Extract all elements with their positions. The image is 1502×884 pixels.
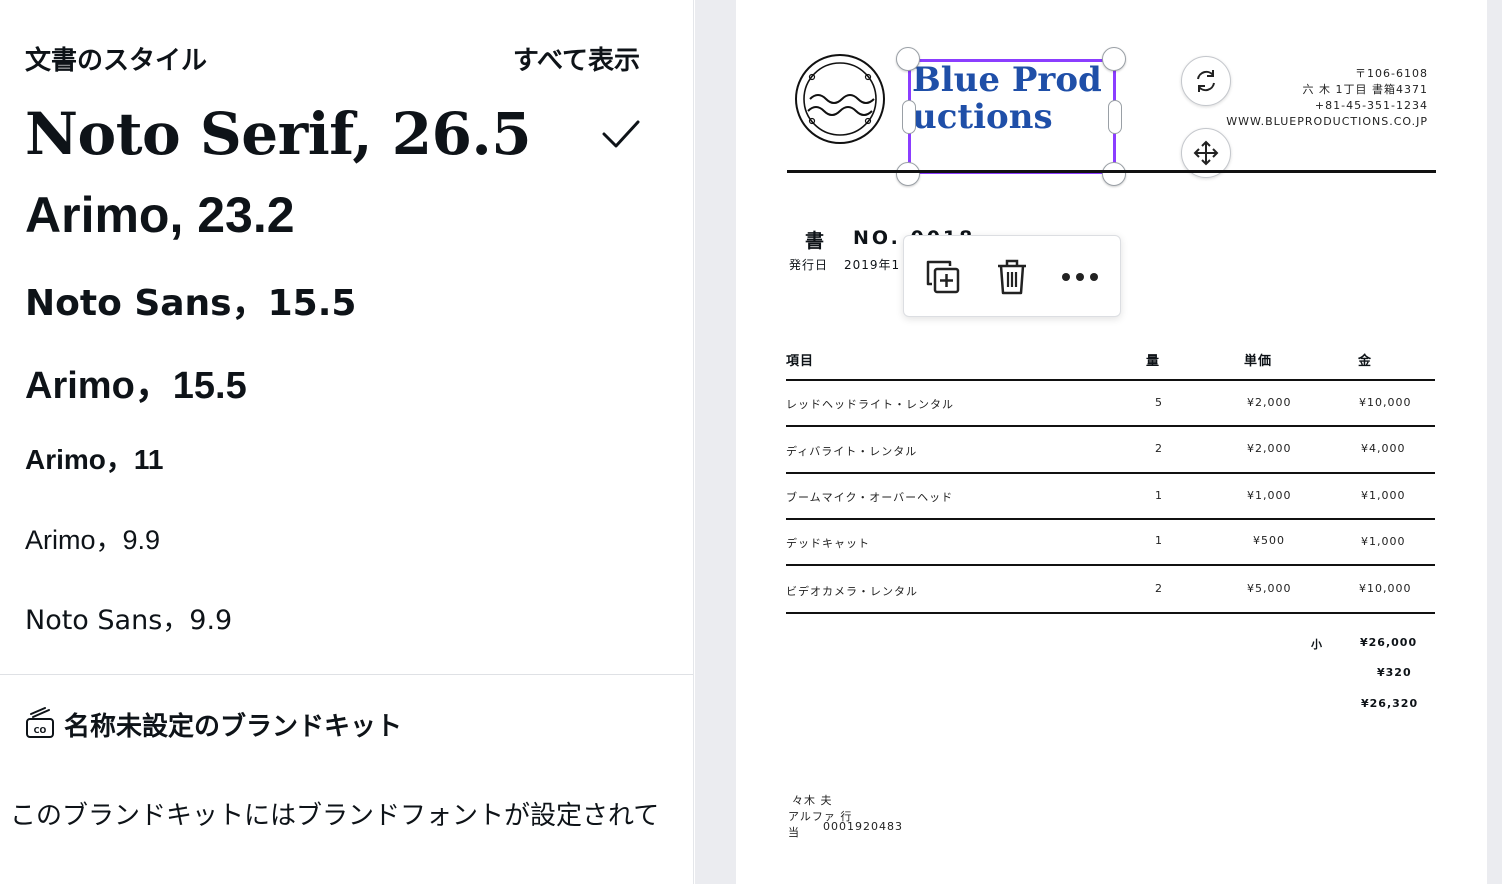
trash-icon	[998, 259, 1026, 295]
element-context-toolbar	[903, 235, 1121, 317]
unit-price-cell: ¥2,000	[1247, 396, 1292, 409]
brand-kit-title: 名称未設定のブランドキット	[64, 712, 403, 742]
column-header-amount[interactable]: 金	[1358, 350, 1372, 369]
amount-cell: ¥1,000	[1361, 489, 1406, 502]
style-option-noto-sans-9-9[interactable]: Noto Sans，9.9	[25, 598, 232, 637]
address-line: 〒106-6108	[1355, 67, 1428, 80]
qty-cell: 2	[1155, 442, 1163, 455]
unit-price-cell: ¥500	[1253, 534, 1285, 547]
qty-cell: 1	[1155, 489, 1163, 502]
column-header-item[interactable]: 項目	[786, 350, 814, 369]
address-line: 六 木 1丁目 書箱4371	[1302, 83, 1428, 96]
style-option-arimo-15-5[interactable]: Arimo，15.5	[25, 354, 247, 409]
more-options-button[interactable]	[1058, 255, 1102, 299]
amount-cell: ¥4,000	[1361, 442, 1406, 455]
total-value[interactable]: ¥26,320	[1361, 697, 1418, 710]
qty-cell: 5	[1155, 396, 1163, 409]
address-line: +81-45-351-1234	[1314, 99, 1428, 112]
invoice-title[interactable]: 書	[805, 226, 827, 253]
editor-canvas: Blue Productions 〒106-6108 六 木 1丁目 書箱437…	[695, 0, 1502, 884]
item-cell: ブームマイク・オーバーヘッド	[786, 491, 954, 504]
amount-cell: ¥10,000	[1359, 396, 1412, 409]
address-line: WWW.BLUEPRODUCTIONS.CO.JP	[1226, 115, 1428, 128]
table-rule	[786, 379, 1435, 381]
table-rule	[786, 472, 1435, 474]
column-header-unit-price[interactable]: 単価	[1244, 350, 1272, 369]
resize-handle-right[interactable]	[1108, 100, 1122, 134]
unit-price-cell: ¥5,000	[1247, 582, 1292, 595]
duplicate-button[interactable]	[921, 255, 965, 299]
move-icon	[1193, 140, 1219, 166]
style-option-arimo-23-2[interactable]: Arimo, 23.2	[25, 186, 295, 244]
rotate-icon	[1197, 70, 1215, 92]
issue-date-label[interactable]: 発行日	[789, 256, 828, 273]
delete-button[interactable]	[990, 255, 1034, 299]
resize-handle-bottom-right[interactable]	[1102, 162, 1126, 186]
resize-handle-bottom-left[interactable]	[896, 162, 920, 186]
payment-account-type[interactable]: 当	[788, 824, 800, 840]
subtotal-label[interactable]: 小	[1311, 636, 1323, 652]
check-icon	[602, 120, 640, 148]
item-cell: ディバライト・レンタル	[786, 445, 918, 458]
tax-value[interactable]: ¥320	[1377, 666, 1412, 679]
brand-kit-description: このブランドキットにはブランドフォントが設定されていません	[10, 801, 662, 831]
qty-cell: 1	[1155, 534, 1163, 547]
invoice-page[interactable]: Blue Productions 〒106-6108 六 木 1丁目 書箱437…	[736, 0, 1487, 884]
amount-cell: ¥1,000	[1361, 535, 1406, 548]
section-title: 文書のスタイル	[25, 46, 208, 76]
style-option-arimo-11[interactable]: Arimo，11	[25, 438, 164, 478]
item-cell: レッドヘッドライト・レンタル	[786, 398, 954, 411]
item-cell: デッドキャット	[786, 537, 870, 550]
more-icon	[1062, 273, 1098, 281]
resize-handle-top-right[interactable]	[1102, 47, 1126, 71]
selection-box	[908, 59, 1116, 174]
resize-handle-top-left[interactable]	[896, 47, 920, 71]
brand-kit-icon: CO	[26, 707, 54, 738]
resize-handle-left[interactable]	[902, 100, 916, 134]
rotate-button[interactable]	[1181, 56, 1231, 106]
subtotal-value[interactable]: ¥26,000	[1360, 636, 1417, 649]
see-all-link[interactable]: すべて表示	[513, 40, 640, 77]
unit-price-cell: ¥1,000	[1247, 489, 1292, 502]
qty-cell: 2	[1155, 582, 1163, 595]
item-cell: ビデオカメラ・レンタル	[786, 585, 918, 598]
table-rule	[786, 612, 1435, 614]
issue-date[interactable]: 2019年1	[844, 256, 900, 273]
text-styles-panel: 文書のスタイル すべて表示 Noto Serif, 26.5 Arimo, 23…	[0, 0, 694, 884]
table-rule	[786, 518, 1435, 520]
payment-name[interactable]: 々木 夫	[792, 792, 833, 808]
table-rule	[786, 564, 1435, 566]
table-rule	[786, 425, 1435, 427]
amount-cell: ¥10,000	[1359, 582, 1412, 595]
payment-account-number[interactable]: 0001920483	[823, 820, 903, 833]
style-option-arimo-9-9[interactable]: Arimo，9.9	[25, 518, 160, 557]
style-option-noto-sans-15-5[interactable]: Noto Sans，15.5	[25, 274, 356, 326]
unit-price-cell: ¥2,000	[1247, 442, 1292, 455]
company-logo[interactable]	[794, 53, 886, 145]
duplicate-icon	[926, 260, 960, 294]
column-header-qty[interactable]: 量	[1146, 350, 1160, 369]
divider	[0, 674, 693, 675]
header-divider	[787, 170, 1436, 173]
svg-text:CO: CO	[34, 726, 47, 735]
style-option-noto-serif-26-5[interactable]: Noto Serif, 26.5	[25, 100, 532, 168]
company-address: 〒106-6108 六 木 1丁目 書箱4371 +81-45-351-1234…	[1226, 66, 1428, 130]
